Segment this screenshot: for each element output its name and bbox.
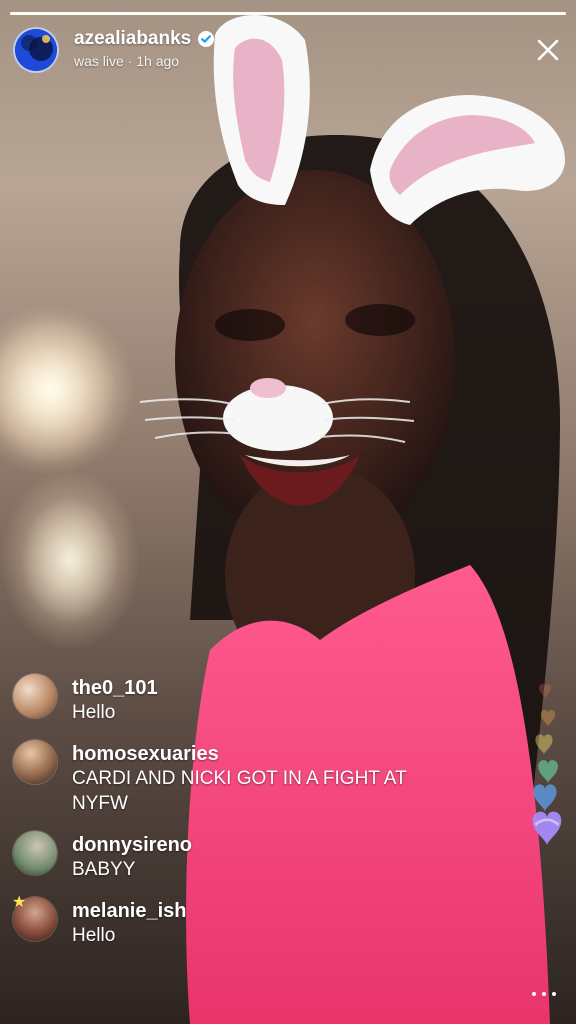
comment-text: the0_101 Hello (72, 674, 158, 725)
comment-message: CARDI AND NICKI GOT IN A FIGHT AT NYFW (72, 768, 407, 814)
lamp-glow-top (0, 305, 135, 475)
user-block[interactable]: azealiabanks was live · 1h ago (74, 28, 215, 69)
comment-username[interactable]: melanie_ish (72, 899, 187, 923)
more-dot (552, 992, 556, 996)
user-avatar-icon[interactable] (13, 740, 57, 784)
comment-message: Hello (72, 925, 116, 946)
more-dot (542, 992, 546, 996)
comment-item: the0_101 Hello (13, 674, 443, 725)
comment-item: donnysireno BABYY (13, 831, 443, 882)
username-row[interactable]: azealiabanks (74, 28, 215, 50)
heart-icon (533, 784, 557, 812)
close-icon[interactable] (533, 35, 563, 65)
user-avatar-icon[interactable]: ★ (12, 894, 57, 941)
more-options-icon[interactable] (532, 990, 556, 998)
comment-item: ★ melanie_ish Hello (12, 894, 443, 948)
comment-username[interactable]: homosexuaries (72, 742, 432, 766)
live-video-screen: azealiabanks was live · 1h ago the0_101 (0, 0, 576, 1024)
user-avatar-icon[interactable] (13, 831, 57, 875)
comment-message: Hello (72, 702, 116, 723)
live-status-text: was live · 1h ago (74, 53, 180, 69)
lamp-glow-bottom (0, 470, 140, 650)
user-avatar-icon[interactable] (13, 674, 57, 718)
heart-icon (538, 683, 552, 699)
comment-message: BABYY (72, 859, 136, 880)
heart-icon (535, 734, 553, 755)
username[interactable]: azealiabanks (74, 28, 191, 50)
more-dot (532, 992, 536, 996)
comment-text: donnysireno BABYY (72, 831, 192, 882)
comment-list: the0_101 Hello homosexuaries CARDI AND N… (12, 674, 443, 963)
comment-username[interactable]: donnysireno (72, 833, 192, 857)
heart-icon (540, 709, 556, 727)
star-icon: ★ (12, 894, 27, 911)
close-button[interactable] (533, 35, 563, 65)
playback-progress (10, 12, 566, 15)
heart-icon (532, 811, 562, 846)
story-header: azealiabanks was live · 1h ago (13, 27, 563, 73)
profile-avatar-icon[interactable] (13, 27, 59, 73)
hearts-reaction-icon (532, 683, 562, 846)
heart-icon (538, 760, 558, 784)
comment-item: homosexuaries CARDI AND NICKI GOT IN A F… (13, 740, 443, 816)
comment-text: melanie_ish Hello (72, 897, 187, 948)
eye-right (345, 304, 415, 336)
comment-text: homosexuaries CARDI AND NICKI GOT IN A F… (72, 740, 432, 816)
verified-badge-icon (197, 30, 215, 48)
playback-progress-fill (10, 12, 566, 15)
eye-left (215, 309, 285, 341)
comment-username[interactable]: the0_101 (72, 676, 158, 700)
